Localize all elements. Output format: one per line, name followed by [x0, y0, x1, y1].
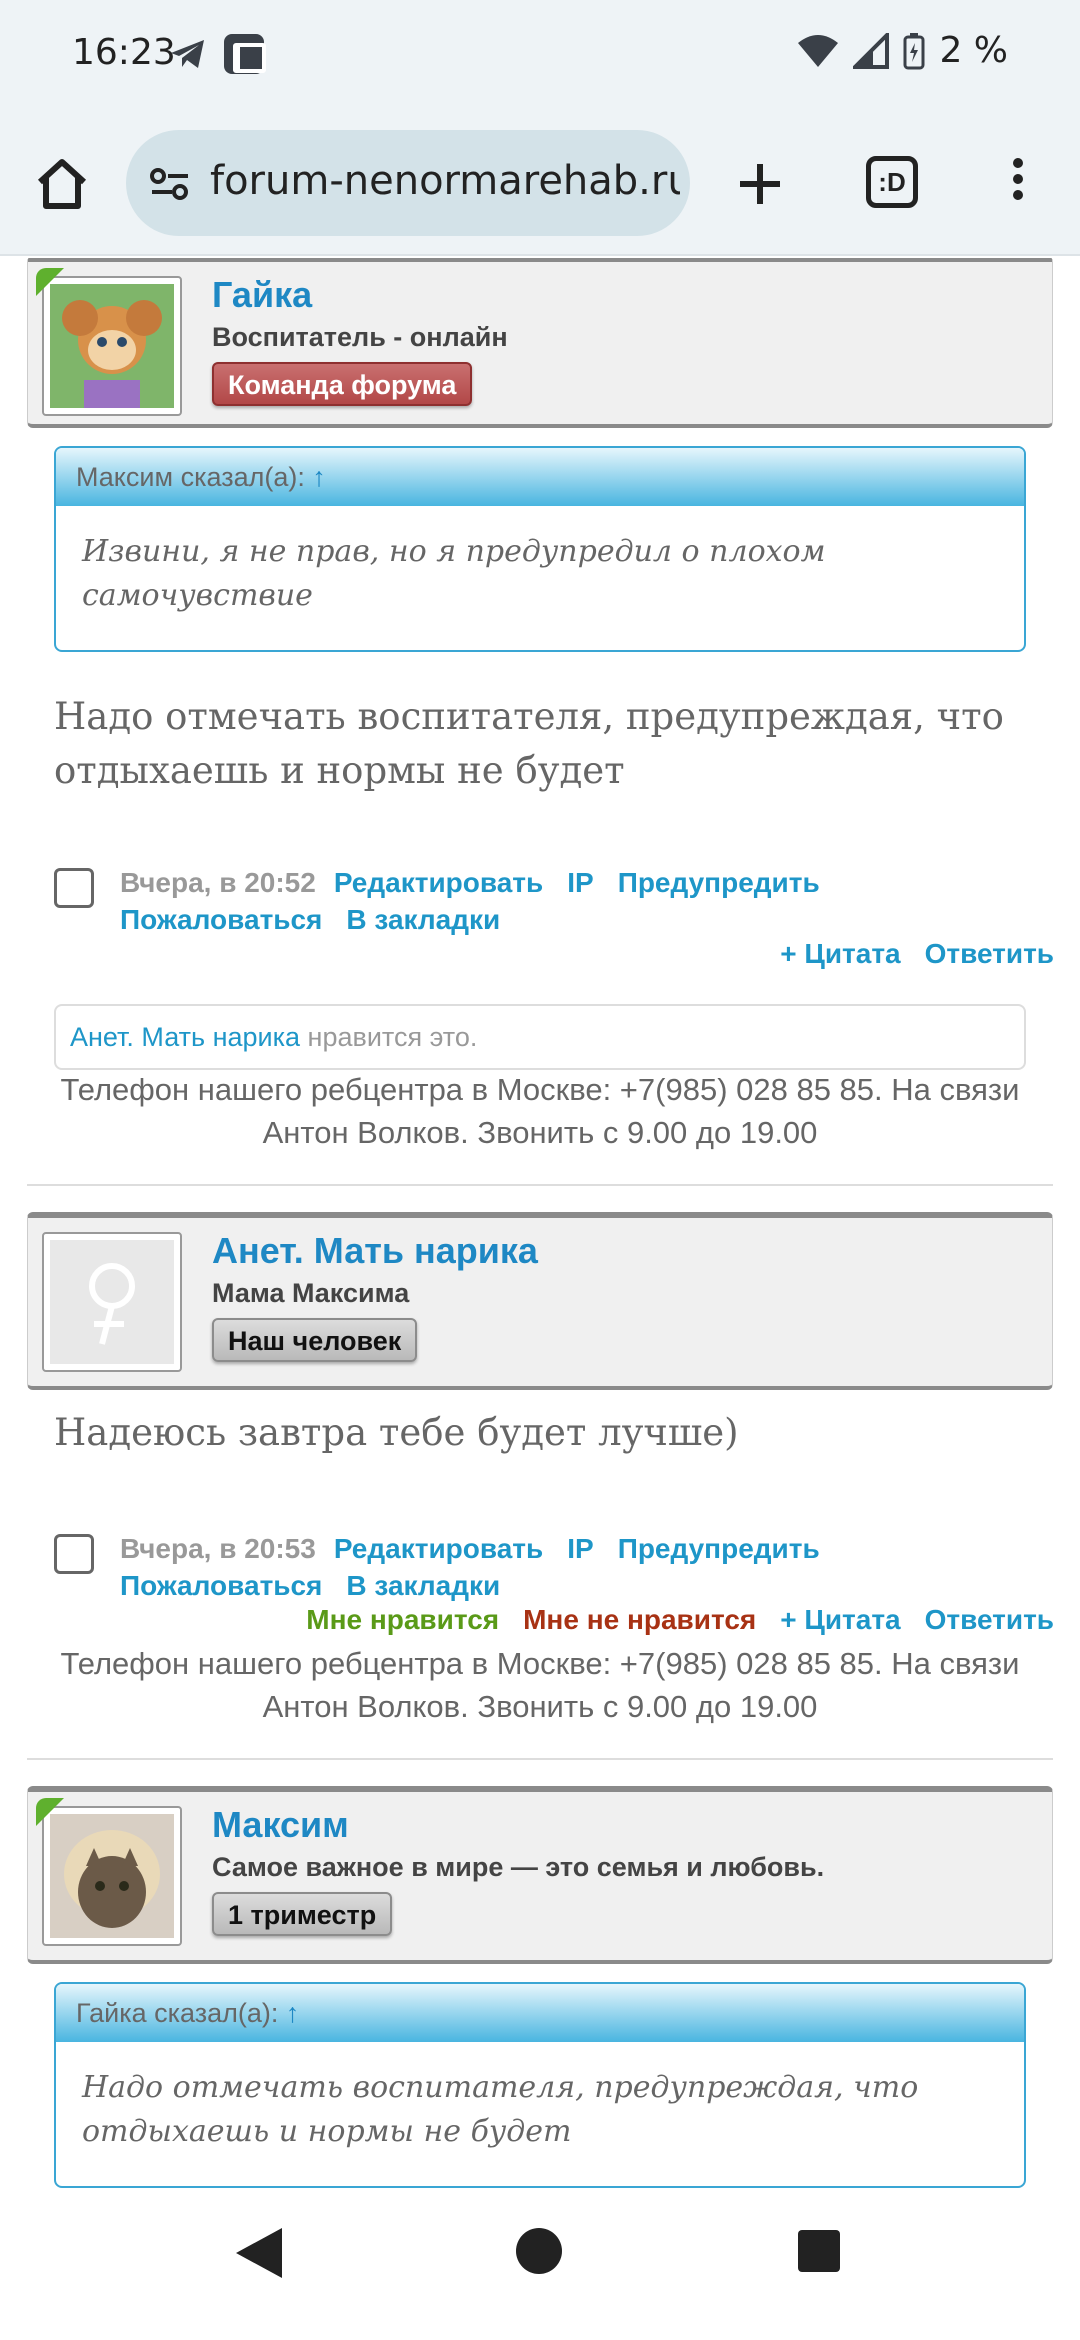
report-link[interactable]: Пожаловаться	[120, 1570, 322, 1601]
author-title: Мама Максима	[212, 1278, 410, 1308]
status-right: 2 %	[797, 30, 1008, 71]
home-circle-icon[interactable]	[516, 2228, 562, 2274]
post-userbox: Анет. Мать нарика Мама Максима Наш челов…	[27, 1212, 1053, 1390]
battery-percent: 2 %	[939, 30, 1008, 71]
reply-link[interactable]: Ответить	[925, 1604, 1054, 1635]
signal-icon	[853, 32, 890, 69]
user-badge: Команда форума	[212, 362, 473, 406]
post-divider	[27, 1184, 1053, 1186]
author-name[interactable]: Максим	[212, 1804, 349, 1846]
browser-toolbar: forum-nenormarehab.ru :D	[0, 112, 1080, 256]
post-actions-secondary: Мне нравится Мне не нравится + Цитата Ответ…	[282, 1604, 1054, 1636]
site-settings-icon[interactable]	[146, 160, 194, 208]
quote-header: Максим сказал(а): ↑	[56, 448, 1024, 506]
quote-block: Гайка сказал(а): ↑ Надо отмечать воспита…	[54, 1982, 1026, 2188]
url-text[interactable]: forum-nenormarehab.ru	[210, 158, 680, 204]
ip-link[interactable]: IP	[567, 1533, 593, 1564]
wifi-icon	[798, 34, 839, 67]
report-link[interactable]: Пожаловаться	[120, 904, 322, 935]
status-time: 16:23	[72, 32, 176, 73]
warn-link[interactable]: Предупредить	[618, 1533, 820, 1564]
likes-text: нравится это.	[307, 1022, 478, 1052]
female-placeholder-icon	[50, 1240, 174, 1364]
quote-link[interactable]: + Цитата	[780, 938, 900, 969]
new-tab-icon[interactable]	[728, 152, 792, 216]
url-bar[interactable]: forum-nenormarehab.ru	[126, 130, 690, 236]
quote-link[interactable]: + Цитата	[780, 1604, 900, 1635]
avatar[interactable]	[42, 1232, 182, 1372]
edit-link[interactable]: Редактировать	[334, 1533, 543, 1564]
edit-link[interactable]: Редактировать	[334, 867, 543, 898]
author-title: Самое важное в мире — это семья и любовь…	[212, 1852, 825, 1882]
quote-text: Извини, я не прав, но я предупредил о пл…	[82, 534, 826, 613]
reply-link[interactable]: Ответить	[925, 938, 1054, 969]
likes-summary: Анет. Мать нарика нравится это.	[54, 1004, 1026, 1070]
battery-icon	[903, 32, 925, 69]
system-nav-bar	[0, 2198, 1080, 2340]
post-actions: Вчера, в 20:53 Редактировать IP Предупредит…	[120, 1530, 1040, 1604]
post-signature: Телефон нашего ребцентра в Москве: +7(98…	[60, 1072, 1020, 1150]
author-name[interactable]: Анет. Мать нарика	[212, 1230, 538, 1272]
quote-author: Гайка сказал(а):	[76, 1998, 279, 2028]
post-actions: Вчера, в 20:52 Редактировать IP Предупредит…	[120, 864, 1040, 938]
avatar-image	[50, 1814, 174, 1938]
avatar[interactable]	[42, 276, 182, 416]
post-message: Надеюсь завтра тебе будет лучше)	[54, 1411, 739, 1454]
status-bar: 16:23 2 %	[0, 0, 1080, 112]
warn-link[interactable]: Предупредить	[618, 867, 820, 898]
more-menu-icon[interactable]	[1008, 152, 1028, 216]
quote-header: Гайка сказал(а): ↑	[56, 1984, 1024, 2042]
select-post-checkbox[interactable]	[54, 868, 94, 908]
quote-author: Максим сказал(а):	[76, 462, 305, 492]
author-title: Воспитатель - онлайн	[212, 322, 508, 352]
forum-thread: Гайка Воспитатель - онлайн Команда форум…	[0, 258, 1080, 2198]
liker-name[interactable]: Анет. Мать нарика	[70, 1022, 300, 1052]
avatar-image	[50, 284, 174, 408]
post-date[interactable]: Вчера, в 20:53	[120, 1533, 316, 1564]
app-notification-icon	[224, 34, 266, 74]
quote-jump-link[interactable]: ↑	[286, 1998, 300, 2028]
quote-jump-link[interactable]: ↑	[312, 462, 326, 492]
post-divider	[27, 1758, 1053, 1760]
back-icon[interactable]	[236, 2228, 282, 2278]
like-link[interactable]: Мне нравится	[306, 1604, 499, 1635]
ip-link[interactable]: IP	[567, 867, 593, 898]
user-badge: Наш человек	[212, 1318, 418, 1362]
post-message: Надо отмечать воспитателя, предупреждая,…	[54, 695, 1004, 792]
post-userbox: Максим Самое важное в мире — это семья и…	[27, 1786, 1053, 1964]
quote-block: Максим сказал(а): ↑ Извини, я не прав, н…	[54, 446, 1026, 652]
author-name[interactable]: Гайка	[212, 274, 312, 316]
recent-apps-icon[interactable]	[798, 2230, 840, 2272]
post-date[interactable]: Вчера, в 20:52	[120, 867, 316, 898]
post-actions-secondary: + Цитата Ответить	[756, 938, 1054, 970]
bookmark-link[interactable]: В закладки	[346, 1570, 500, 1601]
quote-text: Надо отмечать воспитателя, предупреждая,…	[82, 2070, 919, 2149]
home-icon[interactable]	[30, 152, 94, 216]
avatar[interactable]	[42, 1806, 182, 1946]
dislike-link[interactable]: Мне не нравится	[523, 1604, 756, 1635]
post-signature: Телефон нашего ребцентра в Москве: +7(98…	[60, 1646, 1020, 1724]
tab-switcher-button[interactable]: :D	[866, 156, 918, 208]
select-post-checkbox[interactable]	[54, 1534, 94, 1574]
post-userbox: Гайка Воспитатель - онлайн Команда форум…	[27, 258, 1053, 428]
user-badge: 1 триместр	[212, 1892, 393, 1936]
telegram-icon	[171, 40, 204, 68]
bookmark-link[interactable]: В закладки	[346, 904, 500, 935]
